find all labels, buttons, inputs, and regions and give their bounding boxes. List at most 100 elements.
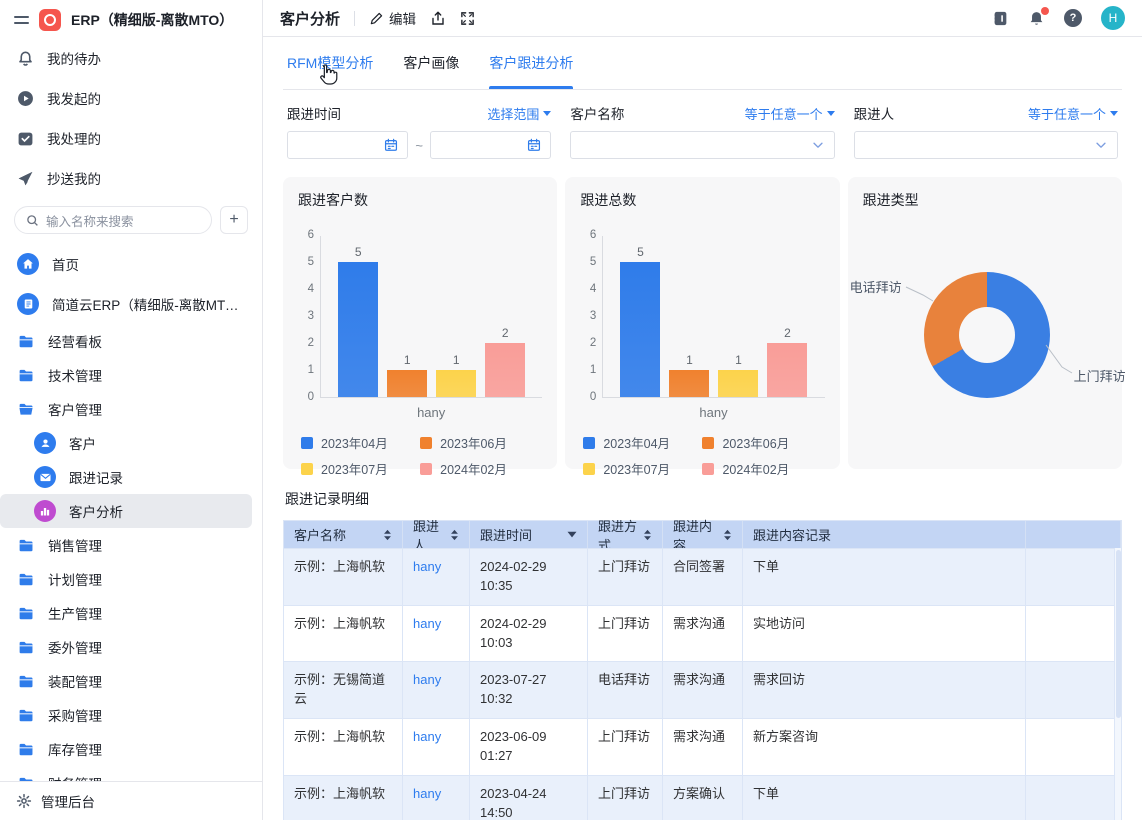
sidebar-nav-item[interactable]: 简道云ERP（精细版-离散MTO）「... [0,284,262,324]
followup-person-link[interactable]: hany [403,548,470,605]
sidebar-item[interactable]: 我处理的 [0,118,262,158]
y-tick: 1 [308,364,314,376]
fullscreen-button[interactable] [460,11,475,26]
y-tick: 4 [308,283,314,295]
table-cell: 上门拜访 [588,718,663,775]
sidebar-menu-label: 采购管理 [48,705,102,725]
sidebar-menu-item[interactable]: 库存管理 [0,732,262,766]
y-tick: 1 [590,364,596,376]
column-header-客户名称[interactable]: 客户名称 [284,521,403,548]
task-done-icon [17,130,34,147]
sidebar-menu-label: 客户分析 [69,501,123,521]
sidebar-menu-item[interactable]: 客户 [0,426,262,460]
legend-label: 2023年07月 [321,459,388,478]
sort-both-icon[interactable] [723,529,732,541]
table-cell: 上门拜访 [588,548,663,605]
sidebar-menu-item[interactable]: 生产管理 [0,596,262,630]
sort-desc-icon[interactable] [567,531,577,538]
menu-toggle-icon[interactable] [14,16,29,24]
app-logo-icon [39,9,61,31]
table-cell: 示例：无锡简道云 [284,661,403,718]
filter-select[interactable] [854,131,1118,159]
y-tick: 6 [308,229,314,241]
chart-card-跟进类型: 跟进类型电话拜访上门拜访 [848,177,1122,469]
bar-2024年02月: 2 [767,343,807,397]
table-scrollbar-thumb[interactable] [1116,550,1121,718]
home-icon [17,253,39,275]
column-header-跟进内容[interactable]: 跟进内容 [663,521,743,548]
add-button[interactable]: + [220,206,248,234]
sidebar-nav-item[interactable]: 首页 [0,244,262,284]
sidebar-item[interactable]: 我的待办 [0,38,262,78]
sidebar-search-input[interactable]: 输入名称来搜索 [14,206,212,234]
filter-operator[interactable]: 等于任意一个 [745,104,835,123]
sidebar-menu-item[interactable]: 客户分析 [0,494,252,528]
tab-客户跟进分析[interactable]: 客户跟进分析 [489,37,573,89]
bar-value-label: 1 [387,353,427,367]
tab-客户画像[interactable]: 客户画像 [403,37,459,89]
folder-icon [17,708,35,723]
column-header-跟进内容记录[interactable]: 跟进内容记录 [743,521,1026,548]
sidebar-menu-item[interactable]: 装配管理 [0,664,262,698]
tab-RFM模型分析[interactable]: RFM模型分析 [287,37,373,89]
notification-bell-icon[interactable] [1028,10,1045,27]
sidebar-item-label: 我的待办 [47,48,101,68]
column-header-跟进人[interactable]: 跟进人 [403,521,470,548]
legend-item: 2024年02月 [420,459,539,478]
play-circle-icon [17,90,34,107]
sidebar-menu-item[interactable]: 采购管理 [0,698,262,732]
table-cell: 示例：上海帆软 [284,605,403,662]
y-axis: 0123456 [580,236,602,398]
legend-label: 2023年04月 [603,433,670,452]
date-start-input[interactable] [287,131,408,159]
column-header-跟进时间[interactable]: 跟进时间 [470,521,588,548]
followup-person-link[interactable]: hany [403,661,470,718]
filter-select[interactable] [570,131,834,159]
sidebar-item[interactable]: 抄送我的 [0,158,262,198]
followup-person-link[interactable]: hany [403,775,470,820]
user-avatar[interactable]: H [1101,6,1125,30]
sidebar-menu-item[interactable]: 计划管理 [0,562,262,596]
folder-icon [17,538,35,553]
sort-both-icon[interactable] [383,529,392,541]
mail-icon [34,466,56,488]
dashboard-content: RFM模型分析客户画像客户跟进分析 跟进时间选择范围~客户名称等于任意一个跟进人… [263,37,1142,820]
sidebar-item-label: 我处理的 [47,128,101,148]
table-row: 示例：无锡简道云hany2023-07-27 10:32电话拜访需求沟通需求回访 [284,661,1121,718]
legend-swatch [301,463,313,475]
sidebar-menu-label: 技术管理 [48,365,102,385]
app-title: ERP（精细版-离散MTO） [71,10,233,30]
contacts-icon[interactable] [992,10,1009,27]
sort-both-icon[interactable] [643,529,652,541]
sidebar-menu-item[interactable]: 技术管理 [0,358,262,392]
filter-inputs: ~ [287,131,551,159]
followup-person-link[interactable]: hany [403,605,470,662]
bar-2023年06月: 1 [669,370,709,397]
filter-inputs [570,131,834,159]
edit-button[interactable]: 编辑 [369,8,416,28]
table-scrollbar[interactable] [1114,548,1121,820]
sidebar-menu-item[interactable]: 委外管理 [0,630,262,664]
sidebar-menu-item[interactable]: 跟进记录 [0,460,262,494]
filter-operator-label: 等于任意一个 [1028,104,1106,123]
filter-operator[interactable]: 选择范围 [487,104,551,123]
filter-operator[interactable]: 等于任意一个 [1028,104,1118,123]
legend-swatch [420,437,432,449]
sort-both-icon[interactable] [450,529,459,541]
help-icon[interactable]: ? [1064,9,1082,27]
sidebar-menu-item[interactable]: 客户管理 [0,392,262,426]
column-header-跟进方式[interactable]: 跟进方式 [588,521,663,548]
sidebar-item[interactable]: 我发起的 [0,78,262,118]
admin-console-link[interactable]: 管理后台 [0,781,262,820]
table-cell: 示例：上海帆软 [284,548,403,605]
date-end-input[interactable] [430,131,551,159]
filter-group: 客户名称等于任意一个 [570,103,834,159]
share-button[interactable] [430,10,446,26]
sidebar-menu-item[interactable]: 经营看板 [0,324,262,358]
y-tick: 2 [590,337,596,349]
followup-person-link[interactable]: hany [403,718,470,775]
sidebar-menu-item[interactable]: 财务管理 [0,766,262,781]
sidebar-menu-item[interactable]: 销售管理 [0,528,262,562]
legend-swatch [702,437,714,449]
bar-2024年02月: 2 [485,343,525,397]
